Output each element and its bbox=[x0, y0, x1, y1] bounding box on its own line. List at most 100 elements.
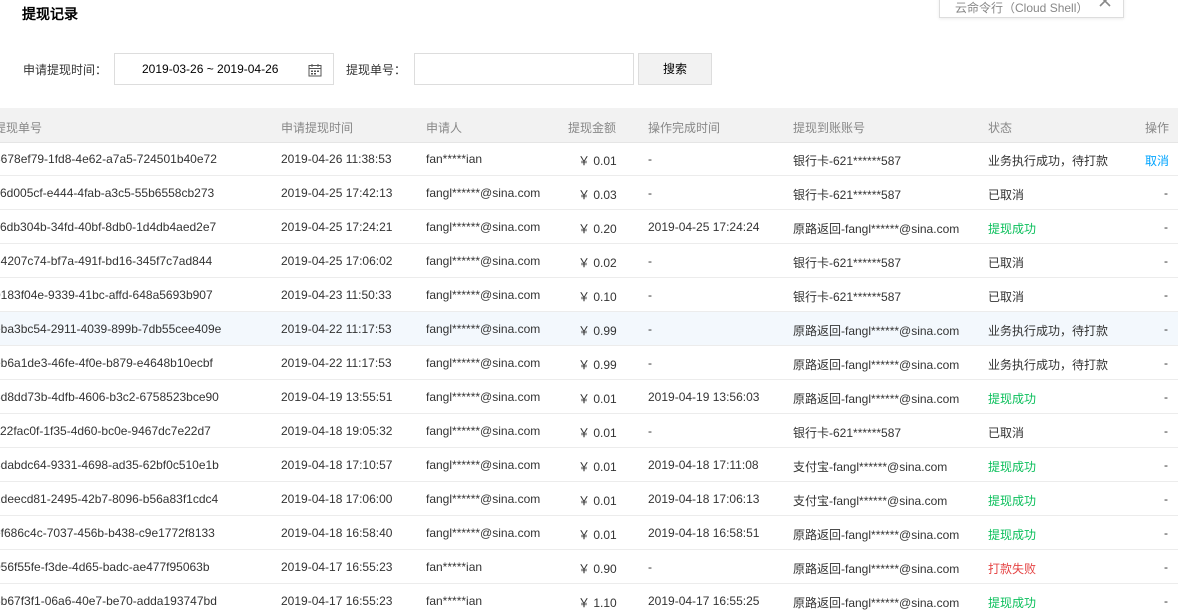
done-time-cell: 2019-04-18 17:06:13 bbox=[648, 492, 760, 506]
apply-time-cell: 2019-04-26 11:38:53 bbox=[281, 152, 392, 166]
order-id-cell: 6b67f3f1-06a6-40e7-be70-adda193747bd bbox=[0, 594, 217, 608]
table-row: 5d8dd73b-4dfb-4606-b3c2-6758523bce90 2019… bbox=[0, 380, 1178, 414]
order-filter-label: 提现单号： bbox=[346, 63, 407, 77]
cancel-link[interactable]: 取消 bbox=[1145, 152, 1169, 169]
account-cell: 支付宝-fangl******@sina.com bbox=[793, 494, 948, 508]
order-id-cell: 056f55fe-f3de-4d65-badc-ae477f95063b bbox=[0, 560, 210, 574]
apply-time-cell: 2019-04-18 19:05:32 bbox=[281, 424, 393, 438]
account-cell: 原路返回-fangl******@sina.com bbox=[793, 562, 960, 576]
date-range-value: 2019-03-26 ~ 2019-04-26 bbox=[142, 62, 279, 76]
applicant-cell: fan*****ian bbox=[426, 560, 483, 574]
table-row: 2deecd81-2495-42b7-8096-b56a83f1cdc4 2019… bbox=[0, 482, 1178, 516]
amount-cell: ￥ 0.02 bbox=[578, 256, 617, 270]
status-cell: 已取消 bbox=[988, 256, 1025, 270]
action-cell: - bbox=[1164, 560, 1168, 574]
done-time-cell: - bbox=[648, 322, 652, 336]
order-id-cell: eba3bc54-2911-4039-899b-7db55cee409e bbox=[0, 322, 222, 336]
withdrawal-table: 提现单号 申请提现时间 申请人 提现金额 操作完成时间 提现到账账号 状态 操作… bbox=[0, 108, 1178, 613]
column-header-amount: 提现金额 bbox=[568, 121, 617, 135]
column-header-done-time: 操作完成时间 bbox=[648, 121, 721, 135]
order-id-cell: 5d8dd73b-4dfb-4606-b3c2-6758523bce90 bbox=[0, 390, 219, 404]
table-row: ef686c4c-7037-456b-b438-c9e1772f8133 2019… bbox=[0, 516, 1178, 550]
action-cell: - bbox=[1164, 356, 1168, 370]
table-row: c6db304b-34fd-40bf-8db0-1d4db4aed2e7 2019… bbox=[0, 210, 1178, 244]
search-button[interactable]: 搜索 bbox=[638, 53, 712, 85]
applicant-cell: fangl******@sina.com bbox=[426, 322, 541, 336]
cloud-shell-label: 云命令行（Cloud Shell） bbox=[955, 1, 1089, 15]
cloud-shell-panel[interactable]: 云命令行（Cloud Shell） bbox=[939, 0, 1124, 18]
table-row: 0183f04e-9339-41bc-affd-648a5693b907 2019… bbox=[0, 278, 1178, 312]
action-cell: - bbox=[1164, 594, 1168, 608]
amount-cell: ￥ 0.01 bbox=[578, 460, 617, 474]
apply-time-cell: 2019-04-17 16:55:23 bbox=[281, 594, 393, 608]
status-cell: 打款失败 bbox=[988, 562, 1037, 576]
order-id-cell: eb6a1de3-46fe-4f0e-b879-e4648b10ecbf bbox=[0, 356, 213, 370]
account-cell: 原路返回-fangl******@sina.com bbox=[793, 392, 960, 406]
applicant-cell: fangl******@sina.com bbox=[426, 220, 541, 234]
column-header-account: 提现到账账号 bbox=[793, 121, 866, 135]
action-cell: - bbox=[1164, 322, 1168, 336]
done-time-cell: - bbox=[648, 560, 652, 574]
apply-time-cell: 2019-04-25 17:06:02 bbox=[281, 254, 393, 268]
amount-cell: ￥ 0.90 bbox=[578, 562, 617, 576]
order-number-input[interactable] bbox=[414, 53, 634, 85]
table-row: 3dabdc64-9331-4698-ad35-62bf0c510e1b 2019… bbox=[0, 448, 1178, 482]
amount-cell: ￥ 0.10 bbox=[578, 290, 617, 304]
done-time-cell: 2019-04-17 16:55:25 bbox=[648, 594, 760, 608]
table-row: c6d005cf-e444-4fab-a3c5-55b6558cb273 2019… bbox=[0, 176, 1178, 210]
applicant-cell: fangl******@sina.com bbox=[426, 526, 541, 540]
action-cell: - bbox=[1164, 492, 1168, 506]
column-header-order-id: 提现单号 bbox=[0, 121, 43, 135]
action-cell: - bbox=[1164, 390, 1168, 404]
done-time-cell: 2019-04-18 16:58:51 bbox=[648, 526, 760, 540]
status-cell: 业务执行成功，待打款 bbox=[988, 358, 1109, 372]
order-id-cell: c6db304b-34fd-40bf-8db0-1d4db4aed2e7 bbox=[0, 220, 217, 234]
amount-cell: ￥ 0.01 bbox=[578, 426, 617, 440]
status-cell: 提现成功 bbox=[988, 392, 1037, 406]
column-header-applicant: 申请人 bbox=[426, 121, 463, 135]
amount-cell: ￥ 0.99 bbox=[578, 358, 617, 372]
applicant-cell: fangl******@sina.com bbox=[426, 356, 541, 370]
applicant-cell: fangl******@sina.com bbox=[426, 390, 541, 404]
table-row: eb6a1de3-46fe-4f0e-b879-e4648b10ecbf 2019… bbox=[0, 346, 1178, 380]
account-cell: 支付宝-fangl******@sina.com bbox=[793, 460, 948, 474]
amount-cell: ￥ 0.01 bbox=[578, 528, 617, 542]
calendar-icon[interactable] bbox=[308, 63, 322, 77]
status-cell: 已取消 bbox=[988, 426, 1025, 440]
account-cell: 原路返回-fangl******@sina.com bbox=[793, 358, 960, 372]
status-cell: 业务执行成功，待打款 bbox=[988, 324, 1109, 338]
action-cell: - bbox=[1164, 458, 1168, 472]
amount-cell: ￥ 1.10 bbox=[578, 596, 617, 610]
apply-time-cell: 2019-04-25 17:24:21 bbox=[281, 220, 393, 234]
action-cell: - bbox=[1164, 288, 1168, 302]
table-row: 056f55fe-f3de-4d65-badc-ae477f95063b 2019… bbox=[0, 550, 1178, 584]
applicant-cell: fan*****ian bbox=[426, 152, 483, 166]
order-id-cell: 2deecd81-2495-42b7-8096-b56a83f1cdc4 bbox=[0, 492, 219, 506]
done-time-cell: - bbox=[648, 424, 652, 438]
page-title: 提现记录 bbox=[22, 6, 78, 22]
status-cell: 已取消 bbox=[988, 188, 1025, 202]
apply-time-cell: 2019-04-22 11:17:53 bbox=[281, 356, 392, 370]
account-cell: 银行卡-621******587 bbox=[793, 188, 902, 202]
applicant-cell: fangl******@sina.com bbox=[426, 186, 541, 200]
done-time-cell: - bbox=[648, 186, 652, 200]
applicant-cell: fangl******@sina.com bbox=[426, 288, 541, 302]
done-time-cell: - bbox=[648, 254, 652, 268]
account-cell: 银行卡-621******587 bbox=[793, 426, 902, 440]
apply-time-cell: 2019-04-18 16:58:40 bbox=[281, 526, 393, 540]
done-time-cell: 2019-04-25 17:24:24 bbox=[648, 220, 760, 234]
done-time-cell: - bbox=[648, 152, 652, 166]
column-header-action: 操作 bbox=[1145, 121, 1170, 135]
account-cell: 原路返回-fangl******@sina.com bbox=[793, 222, 960, 236]
amount-cell: ￥ 0.03 bbox=[578, 188, 617, 202]
date-range-picker[interactable]: 2019-03-26 ~ 2019-04-26 bbox=[114, 53, 334, 85]
order-id-cell: c22fac0f-1f35-4d60-bc0e-9467dc7e22d7 bbox=[0, 424, 211, 438]
apply-time-cell: 2019-04-17 16:55:23 bbox=[281, 560, 393, 574]
table-row: eba3bc54-2911-4039-899b-7db55cee409e 2019… bbox=[0, 312, 1178, 346]
column-header-status: 状态 bbox=[988, 121, 1013, 135]
status-cell: 提现成功 bbox=[988, 222, 1037, 236]
close-icon[interactable] bbox=[1097, 0, 1113, 9]
status-cell: 提现成功 bbox=[988, 494, 1037, 508]
action-cell: - bbox=[1164, 424, 1168, 438]
status-cell: 已取消 bbox=[988, 290, 1025, 304]
